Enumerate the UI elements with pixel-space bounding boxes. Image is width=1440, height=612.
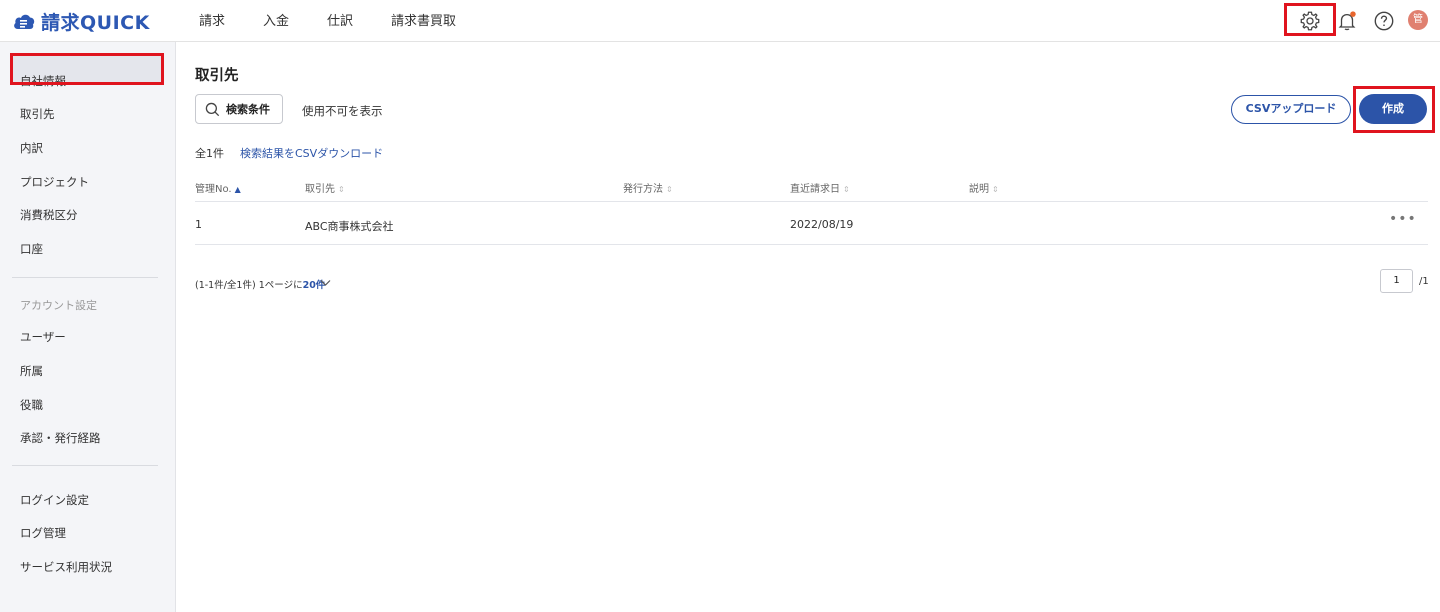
- help-icon: [1374, 11, 1394, 31]
- app-name: 請求QUICK: [41, 11, 150, 34]
- column-label: 説明: [969, 184, 989, 195]
- sidebar-divider: [12, 465, 158, 466]
- page-number-input[interactable]: 1: [1380, 269, 1413, 293]
- table-divider: [195, 201, 1428, 202]
- pagination-info: (1-1件/全1件) 1ページに20件: [195, 277, 325, 291]
- per-page-dropdown[interactable]: [320, 276, 331, 290]
- column-header-partner[interactable]: 取引先 ⇕: [305, 180, 345, 195]
- sidebar-item-login-settings[interactable]: ログイン設定: [20, 492, 89, 508]
- page-title: 取引先: [195, 68, 239, 84]
- csv-download-link[interactable]: 検索結果をCSVダウンロード: [240, 145, 383, 161]
- row-more-menu-icon[interactable]: •••: [1389, 211, 1417, 227]
- logo-cloud-icon: [12, 9, 36, 33]
- result-count: 全1件: [195, 147, 224, 160]
- notifications-button[interactable]: [1334, 8, 1360, 34]
- sidebar-item-positions[interactable]: 役職: [20, 397, 43, 413]
- page-total: /1: [1419, 276, 1429, 287]
- table-row-divider: [195, 244, 1428, 245]
- nav-invoice[interactable]: 請求: [199, 0, 225, 42]
- sidebar-item-service-usage[interactable]: サービス利用状況: [20, 559, 112, 575]
- sidebar-item-breakdown[interactable]: 内訳: [20, 140, 43, 156]
- search-conditions-button[interactable]: 検索条件: [195, 94, 283, 124]
- pagination-range: (1-1件/全1件): [195, 280, 256, 291]
- sidebar-section-account-settings: アカウント設定: [20, 299, 97, 312]
- sidebar-divider: [12, 277, 158, 278]
- create-highlight: [1353, 86, 1435, 133]
- sidebar-item-partners[interactable]: 取引先: [20, 106, 55, 122]
- column-label: 取引先: [305, 184, 335, 195]
- main-nav: 請求 入金 仕訳 請求書買取: [199, 0, 494, 42]
- chevron-down-icon: [320, 280, 331, 286]
- sort-icon: ⇕: [666, 185, 673, 194]
- csv-upload-button[interactable]: CSVアップロード: [1231, 95, 1351, 124]
- column-header-description[interactable]: 説明 ⇕: [969, 180, 999, 195]
- avatar[interactable]: 管: [1408, 10, 1428, 30]
- column-header-no[interactable]: 管理No. ▲: [195, 180, 241, 195]
- nav-payment[interactable]: 入金: [263, 0, 289, 42]
- column-header-last-date[interactable]: 直近請求日 ⇕: [790, 180, 850, 195]
- sort-icon: ⇕: [992, 185, 999, 194]
- column-label: 管理No.: [195, 184, 232, 195]
- show-disabled-toggle[interactable]: 使用不可を表示: [302, 103, 383, 119]
- nav-journal[interactable]: 仕訳: [327, 0, 353, 42]
- column-header-method[interactable]: 発行方法 ⇕: [623, 180, 673, 195]
- sort-icon: ⇕: [843, 185, 850, 194]
- cell-last-date: 2022/08/19: [790, 218, 854, 231]
- app-logo[interactable]: 請求QUICK: [12, 9, 150, 34]
- sidebar-item-departments[interactable]: 所属: [20, 363, 43, 379]
- column-label: 発行方法: [623, 184, 663, 195]
- sidebar-item-bank-account[interactable]: 口座: [20, 241, 43, 257]
- per-page-label: 1ページに: [258, 280, 303, 291]
- search-icon: [205, 102, 220, 116]
- column-label: 直近請求日: [790, 184, 840, 195]
- sidebar-item-log-management[interactable]: ログ管理: [20, 525, 66, 541]
- cell-no[interactable]: 1: [195, 218, 202, 231]
- nav-invoice-purchase[interactable]: 請求書買取: [391, 0, 456, 42]
- bell-icon: [1338, 11, 1356, 31]
- cell-partner[interactable]: ABC商事株式会社: [305, 218, 394, 234]
- sidebar-item-tax-category[interactable]: 消費税区分: [20, 207, 78, 223]
- sort-asc-icon: ▲: [234, 185, 241, 194]
- sidebar-item-projects[interactable]: プロジェクト: [20, 174, 89, 190]
- help-button[interactable]: [1371, 8, 1397, 34]
- search-conditions-label: 検索条件: [226, 103, 270, 116]
- sidebar-item-users[interactable]: ユーザー: [20, 329, 66, 345]
- partners-highlight: [10, 53, 164, 85]
- settings-highlight: [1284, 3, 1336, 36]
- sort-icon: ⇕: [338, 185, 345, 194]
- top-bar: 請求QUICK 請求 入金 仕訳 請求書買取 管: [0, 0, 1440, 42]
- sidebar-item-approval-routes[interactable]: 承認・発行経路: [20, 430, 101, 446]
